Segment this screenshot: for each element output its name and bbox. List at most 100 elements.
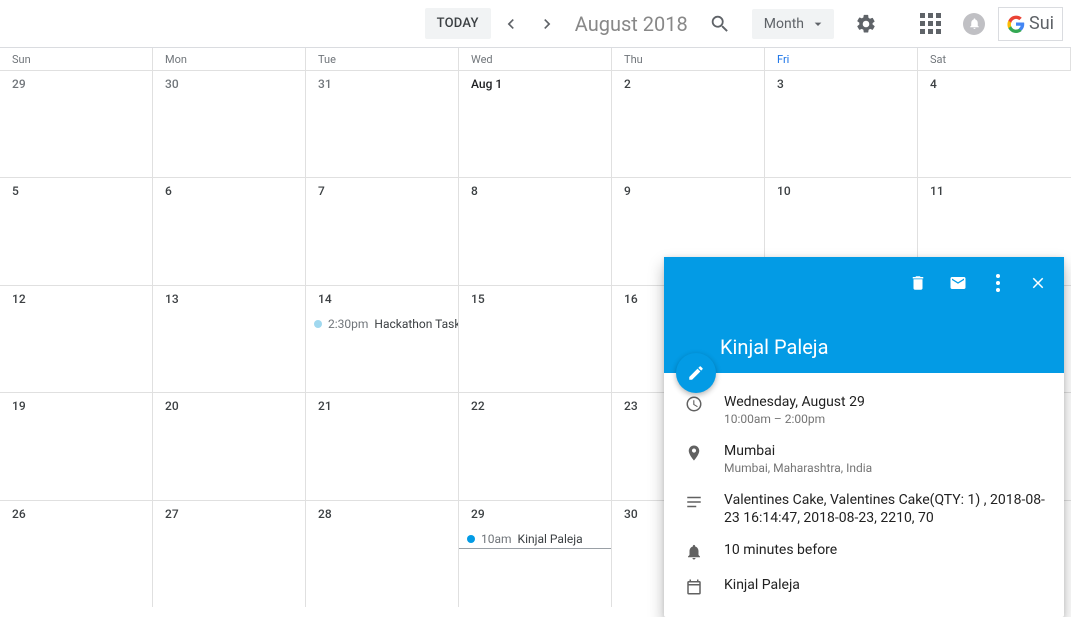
popup-event-title: Kinjal Paleja [720,335,828,359]
day-cell[interactable]: 21 [306,392,459,499]
close-popup-button[interactable] [1020,265,1056,301]
notifications-button[interactable] [954,4,994,44]
next-button[interactable] [531,8,563,40]
day-cell[interactable]: 2 [612,70,765,177]
day-cell[interactable]: 6 [153,177,306,284]
prev-button[interactable] [495,8,527,40]
pencil-icon [687,364,705,382]
date-number: 29 [459,507,611,521]
date-number: 6 [153,184,305,198]
search-icon [709,13,731,35]
popup-header: Kinjal Paleja [664,257,1064,373]
date-number: 10 [765,184,917,198]
delete-event-button[interactable] [900,265,936,301]
date-number: 27 [153,507,305,521]
notes-icon [685,493,703,511]
apps-button[interactable] [910,4,950,44]
date-number: 22 [459,399,611,413]
popup-reminder: 10 minutes before [724,541,1048,559]
day-cell[interactable]: 3 [765,70,918,177]
date-number: 14 [306,292,458,306]
more-vert-icon [996,274,1000,292]
day-cell[interactable]: 5 [0,177,153,284]
toolbar: TODAY August 2018 Month Sui [0,0,1071,48]
popup-description-row: Valentines Cake, Valentines Cake(QTY: 1)… [680,491,1048,527]
day-cell[interactable]: 29 [0,70,153,177]
dayhead-sat: Sat [918,48,1071,70]
gsuite-label: Sui [1029,13,1054,34]
day-cell[interactable]: 8 [459,177,612,284]
settings-button[interactable] [846,4,886,44]
date-number: 11 [918,184,1071,198]
chevron-right-icon [537,14,557,34]
day-cell[interactable]: 22 [459,392,612,499]
popup-location: Mumbai [724,442,1048,460]
date-number: 12 [0,292,152,306]
event-options-button[interactable] [980,265,1016,301]
date-number: 4 [918,77,1071,91]
dayhead-fri: Fri [765,48,918,70]
apps-grid-icon [920,13,941,34]
today-button[interactable]: TODAY [425,8,491,39]
date-number: 7 [306,184,458,198]
view-selector-label: Month [764,16,804,32]
date-number: 20 [153,399,305,413]
day-cell[interactable]: 31 [306,70,459,177]
popup-timerange: 10:00am – 2:00pm [724,412,1048,428]
dayhead-sun: Sun [0,48,153,70]
day-cell[interactable]: 26 [0,500,153,607]
date-number: 8 [459,184,611,198]
event-time: 2:30pm [328,317,368,331]
popup-calendar-row: Kinjal Paleja [680,576,1048,597]
day-cell[interactable]: 28 [306,500,459,607]
close-icon [1029,274,1047,292]
day-cell[interactable]: 20 [153,392,306,499]
day-cell[interactable]: 29 10am Kinjal Paleja [459,500,612,607]
date-number: 21 [306,399,458,413]
trash-icon [909,274,927,292]
day-cell[interactable]: 7 [306,177,459,284]
dayhead-mon: Mon [153,48,306,70]
popup-time-row: Wednesday, August 29 10:00am – 2:00pm [680,393,1048,428]
date-number: 3 [765,77,917,91]
popup-calendar-name: Kinjal Paleja [724,576,1048,594]
current-month-label: August 2018 [575,12,688,36]
day-cell[interactable]: 12 [0,285,153,392]
date-number: 30 [153,77,305,91]
date-number: 19 [0,399,152,413]
event-details-popup: Kinjal Paleja Wednesday, August 29 10:00… [664,257,1064,617]
day-cell[interactable]: 27 [153,500,306,607]
dayhead-thu: Thu [612,48,765,70]
calendar-event-selected[interactable]: 10am Kinjal Paleja [459,529,611,549]
gsuite-badge[interactable]: Sui [998,7,1063,41]
day-cell[interactable]: 30 [153,70,306,177]
gear-icon [855,13,877,35]
day-cell[interactable]: 15 [459,285,612,392]
google-logo-icon [1007,15,1025,33]
date-number: 13 [153,292,305,306]
email-guests-button[interactable] [940,265,976,301]
date-number: 15 [459,292,611,306]
day-cell[interactable]: 19 [0,392,153,499]
day-cell[interactable]: Aug 1 [459,70,612,177]
mail-icon [949,274,967,292]
view-selector[interactable]: Month [752,9,834,39]
edit-event-button[interactable] [676,353,716,393]
event-title: Hackathon Tasks Dis [374,317,458,331]
dayhead-wed: Wed [459,48,612,70]
popup-body: Wednesday, August 29 10:00am – 2:00pm Mu… [664,373,1064,617]
calendar-event[interactable]: 2:30pm Hackathon Tasks Dis [306,314,458,334]
event-dot-icon [314,320,322,328]
popup-reminder-row: 10 minutes before [680,541,1048,562]
event-title: Kinjal Paleja [518,532,583,546]
day-cell[interactable]: 13 [153,285,306,392]
date-number: 9 [612,184,764,198]
clock-icon [685,395,703,413]
date-number: 5 [0,184,152,198]
day-cell[interactable]: 14 2:30pm Hackathon Tasks Dis [306,285,459,392]
popup-location-row: Mumbai Mumbai, Maharashtra, India [680,442,1048,477]
day-cell[interactable]: 4 [918,70,1071,177]
popup-location-sub: Mumbai, Maharashtra, India [724,461,1048,477]
search-button[interactable] [700,4,740,44]
date-number: 29 [0,77,152,91]
